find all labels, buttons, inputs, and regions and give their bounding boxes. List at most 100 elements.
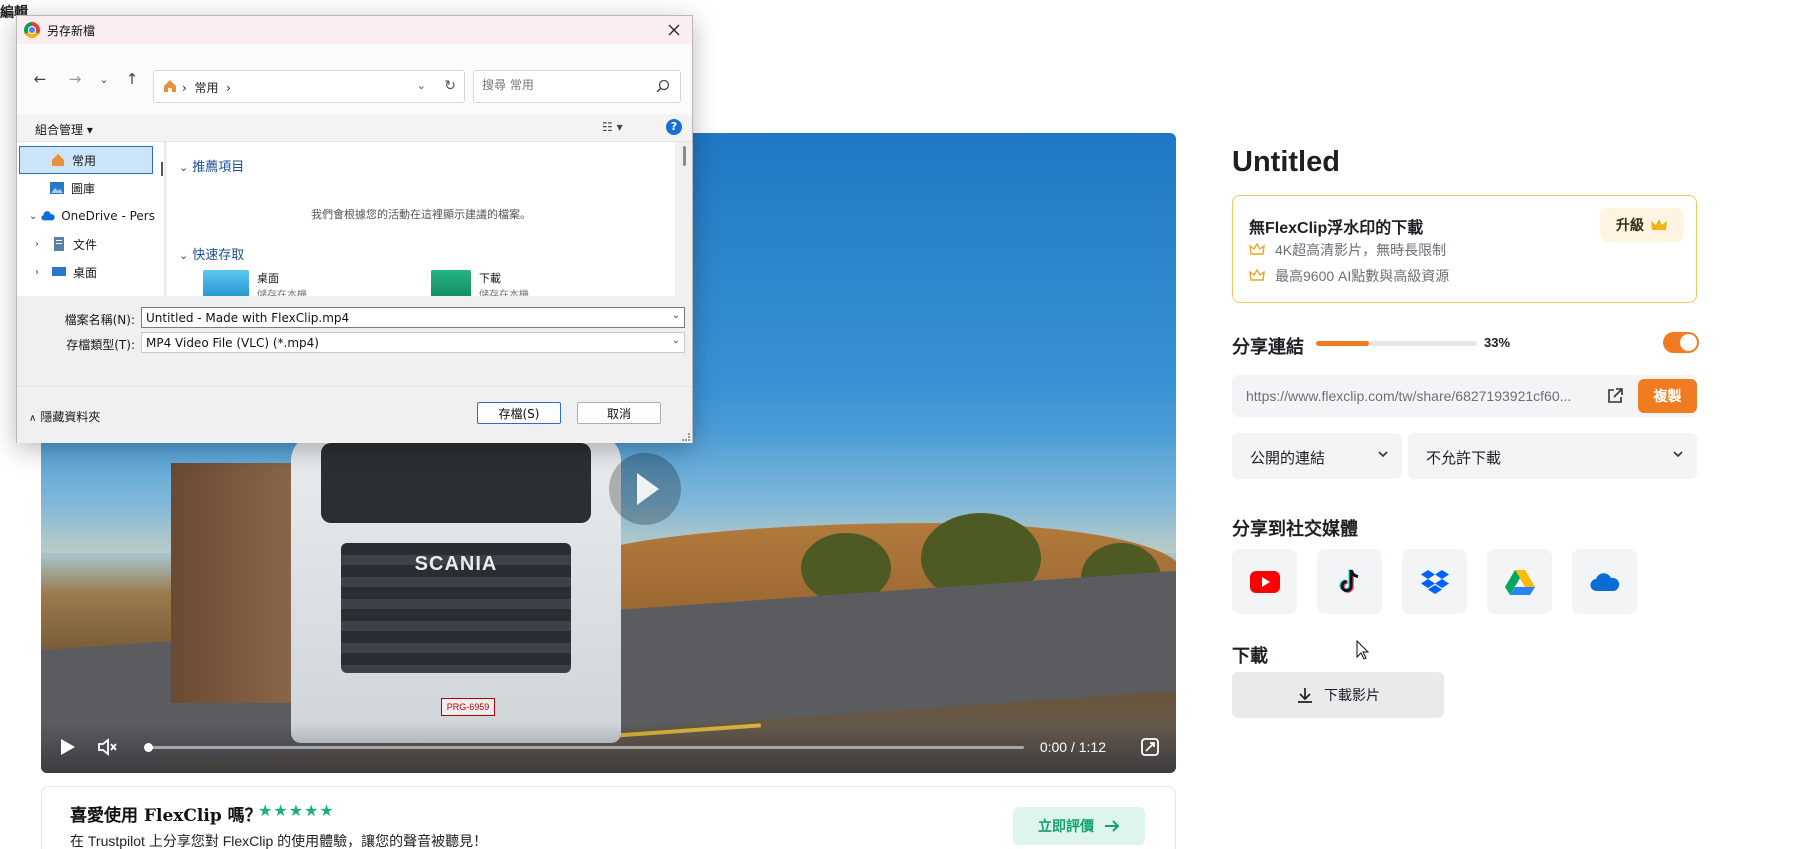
volume-icon[interactable] xyxy=(97,737,119,757)
video-timeline[interactable] xyxy=(144,743,1024,752)
onedrive-icon xyxy=(41,211,55,221)
play-icon[interactable] xyxy=(61,739,75,755)
nav-item-label: 圖庫 xyxy=(71,181,96,196)
recent-locations-chevron-icon[interactable]: ⌄ xyxy=(93,70,115,88)
refresh-icon[interactable]: ↻ xyxy=(444,78,456,94)
share-onedrive-button[interactable] xyxy=(1572,549,1637,614)
google-drive-icon xyxy=(1504,569,1535,595)
video-frame-truck: SCANIA PRG-6959 xyxy=(141,433,621,763)
download-permission-value: 不允許下載 xyxy=(1426,450,1502,467)
upgrade-button[interactable]: 升級 xyxy=(1600,208,1684,242)
nav-item-label: OneDrive - Pers xyxy=(61,209,155,223)
crown-outline-icon xyxy=(1249,243,1265,255)
dialog-search-box[interactable] xyxy=(473,70,681,103)
big-play-button[interactable] xyxy=(609,453,681,525)
chevron-down-icon[interactable]: ⌄ xyxy=(672,310,680,321)
crown-icon xyxy=(1651,218,1667,230)
share-youtube-button[interactable] xyxy=(1232,549,1297,614)
organize-menu[interactable]: 組合管理 ▾ xyxy=(35,121,93,138)
dialog-search-input[interactable] xyxy=(482,78,642,92)
address-bar[interactable]: › 常用 › ⌄ ↻ xyxy=(153,70,465,103)
nav-item-gallery[interactable]: 圖庫 xyxy=(17,174,155,202)
breadcrumb-current[interactable]: 常用 xyxy=(194,81,218,95)
forward-arrow-icon[interactable]: → xyxy=(64,70,86,88)
pane-splitter[interactable] xyxy=(161,162,163,176)
dialog-navigation-pane: 常用 圖庫 ⌄ OneDrive - Pers › 文件 › 桌面 xyxy=(17,142,165,296)
nav-item-label: 常用 xyxy=(72,153,97,168)
truck-brand-text: SCANIA xyxy=(414,553,498,575)
quick-access-group-label: 快速存取 xyxy=(192,248,245,263)
tile-subtitle: 儲存在本機 xyxy=(479,290,529,296)
share-google-drive-button[interactable] xyxy=(1487,549,1552,614)
copy-link-button[interactable]: 複製 xyxy=(1638,379,1697,413)
dialog-command-bar: 組合管理 ▾ ☷ ▾ ? xyxy=(17,114,692,142)
chevron-down-icon[interactable]: ⌄ xyxy=(672,335,680,346)
timeline-knob[interactable] xyxy=(144,743,153,752)
recommended-group-header[interactable]: ⌄ 推薦項目 xyxy=(179,156,244,175)
dialog-save-form: 檔案名稱(N): Untitled - Made with FlexClip.m… xyxy=(17,296,692,386)
filename-input[interactable]: Untitled - Made with FlexClip.mp4 ⌄ xyxy=(141,307,685,328)
view-options-icon[interactable]: ☷ ▾ xyxy=(602,120,623,134)
quick-access-tile-downloads[interactable]: 下載 儲存在本機 xyxy=(431,270,529,296)
filetype-label: 存檔類型(T): xyxy=(66,338,135,352)
nav-item-desktop[interactable]: › 桌面 xyxy=(17,258,155,286)
home-icon xyxy=(52,154,64,166)
gallery-icon xyxy=(50,182,64,194)
close-icon xyxy=(668,24,680,36)
dropbox-icon xyxy=(1420,569,1449,594)
expand-chevron-icon[interactable]: › xyxy=(35,239,51,250)
collapse-chevron-icon: ⌄ xyxy=(179,249,189,262)
back-arrow-icon[interactable]: ← xyxy=(29,70,51,88)
resize-grip[interactable] xyxy=(682,433,690,441)
share-link-toggle[interactable] xyxy=(1663,332,1699,353)
up-arrow-icon[interactable]: ↑ xyxy=(121,70,143,88)
upgrade-feature-text: 最高9600 AI點數與高級資源 xyxy=(1275,268,1450,284)
upgrade-feature: 4K超高清影片，無時長限制 xyxy=(1249,240,1446,260)
tiktok-icon xyxy=(1338,568,1358,593)
filetype-select[interactable]: MP4 Video File (VLC) (*.mp4) ⌄ xyxy=(141,332,685,353)
quick-access-tile-desktop[interactable]: 桌面 儲存在本機 xyxy=(203,270,307,296)
nav-item-label: 桌面 xyxy=(73,265,98,280)
cancel-button[interactable]: 取消 xyxy=(577,402,661,424)
dialog-title: 另存新檔 xyxy=(47,24,96,38)
address-dropdown-icon[interactable]: ⌄ xyxy=(417,79,426,92)
fullscreen-icon[interactable] xyxy=(1140,737,1160,757)
nav-item-onedrive[interactable]: ⌄ OneDrive - Pers xyxy=(17,202,155,230)
expand-chevron-icon[interactable]: ⌄ xyxy=(29,211,41,222)
share-progress-fill xyxy=(1316,341,1370,346)
dialog-close-button[interactable] xyxy=(656,16,692,44)
arrow-right-icon xyxy=(1105,820,1120,832)
truck-license-plate: PRG-6959 xyxy=(441,698,495,716)
chevron-down-icon xyxy=(1673,451,1683,458)
share-link-label: 分享連結 xyxy=(1232,337,1304,357)
hide-folders-toggle[interactable]: ∧ 隱藏資料夾 xyxy=(29,408,100,425)
review-title: 喜愛使用 FlexClip 嗎？ xyxy=(70,806,262,826)
review-subtitle: 在 Trustpilot 上分享您對 FlexClip 的使用體驗，讓您的聲音被… xyxy=(70,833,488,849)
share-progress-bar xyxy=(1316,341,1477,346)
share-tiktok-button[interactable] xyxy=(1317,549,1382,614)
chevron-up-icon: ∧ xyxy=(29,413,37,424)
video-controls: 0:00 / 1:12 xyxy=(41,723,1176,773)
download-video-button[interactable]: 下載影片 xyxy=(1232,672,1444,718)
download-section-label: 下載 xyxy=(1232,646,1268,666)
save-button[interactable]: 存檔(S) xyxy=(477,402,561,424)
external-link-icon[interactable] xyxy=(1606,387,1624,405)
nav-item-documents[interactable]: › 文件 xyxy=(17,230,155,258)
link-visibility-select[interactable]: 公開的連結 xyxy=(1232,433,1402,479)
upgrade-feature: 最高9600 AI點數與高級資源 xyxy=(1249,266,1449,286)
share-url-text[interactable]: https://www.flexclip.com/tw/share/682719… xyxy=(1246,388,1596,404)
rate-now-button[interactable]: 立即評價 xyxy=(1013,807,1145,845)
content-scrollbar[interactable] xyxy=(683,146,686,166)
recommended-empty-message: 我們會根據您的活動在這裡顯示建議的檔案。 xyxy=(311,208,531,221)
help-icon[interactable]: ? xyxy=(666,119,682,135)
expand-chevron-icon[interactable]: › xyxy=(35,267,51,278)
download-permission-select[interactable]: 不允許下載 xyxy=(1408,433,1697,479)
nav-item-home[interactable]: 常用 xyxy=(19,146,153,174)
filetype-value: MP4 Video File (VLC) (*.mp4) xyxy=(146,336,319,350)
dialog-footer: ∧ 隱藏資料夾 存檔(S) 取消 xyxy=(17,386,692,443)
share-dropbox-button[interactable] xyxy=(1402,549,1467,614)
quick-access-group-header[interactable]: ⌄ 快速存取 xyxy=(179,244,244,263)
chevron-down-icon xyxy=(1378,451,1388,458)
truck-trailer xyxy=(171,463,311,703)
truck-windshield xyxy=(321,443,591,523)
